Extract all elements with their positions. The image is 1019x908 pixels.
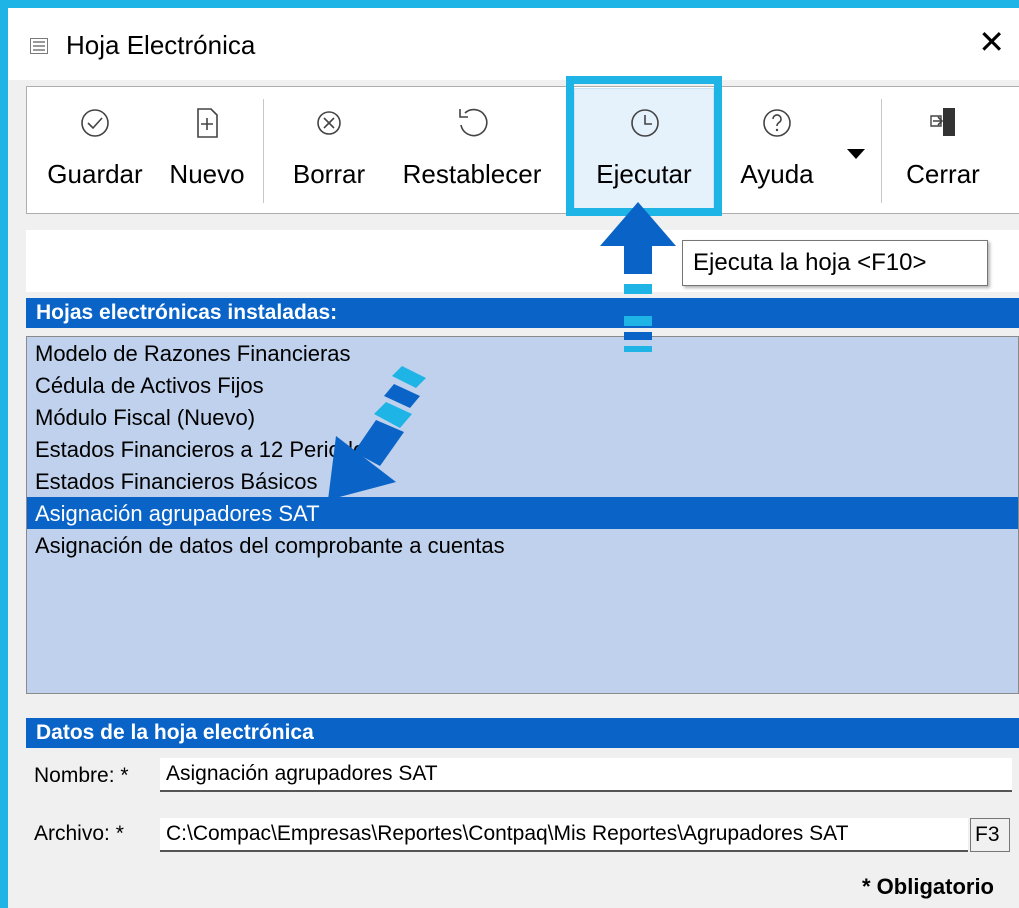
reset-label: Restablecer: [402, 159, 542, 189]
delete-label: Borrar: [292, 159, 366, 189]
save-button[interactable]: Guardar: [37, 87, 153, 215]
list-item[interactable]: Estados Financieros Básicos: [27, 465, 1018, 497]
list-item[interactable]: Asignación de datos del comprobante a cu…: [27, 529, 1018, 561]
check-circle-icon: [81, 109, 109, 137]
window-border-top: [0, 0, 1019, 8]
save-label: Guardar: [47, 159, 143, 189]
browse-button[interactable]: F3: [970, 818, 1010, 852]
file-label: Archivo: *: [34, 822, 124, 845]
list-item[interactable]: Cédula de Activos Fijos: [27, 369, 1018, 401]
undo-icon: [459, 108, 488, 137]
sheet-details-header: Datos de la hoja electrónica: [26, 718, 1019, 748]
toolbar-separator: [881, 99, 882, 203]
delete-button[interactable]: Borrar: [279, 87, 379, 215]
list-item[interactable]: Estados Financieros a 12 Periodos: [27, 433, 1018, 465]
toolbar-separator: [263, 99, 264, 203]
close-icon[interactable]: ✕: [978, 26, 1005, 58]
delete-circle-icon: [317, 111, 341, 135]
toolbar: Guardar Nuevo Borrar Restablecer Ayuda C…: [26, 86, 1019, 214]
help-button[interactable]: Ayuda: [727, 87, 827, 215]
list-item-selected[interactable]: Asignación agrupadores SAT: [27, 497, 1018, 529]
close-button[interactable]: Cerrar: [893, 87, 993, 215]
new-label: Nuevo: [169, 159, 245, 189]
list-item[interactable]: Módulo Fiscal (Nuevo): [27, 401, 1018, 433]
installed-sheets-list[interactable]: Modelo de Razones Financieras Cédula de …: [26, 336, 1019, 694]
list-item[interactable]: Modelo de Razones Financieras: [27, 337, 1018, 369]
exit-door-icon: [930, 108, 955, 136]
installed-sheets-header: Hojas electrónicas instaladas:: [26, 298, 1019, 328]
title-bar: Hoja Electrónica ✕: [8, 8, 1019, 80]
window-title: Hoja Electrónica: [66, 30, 256, 60]
run-tooltip: Ejecuta la hoja <F10>: [682, 240, 988, 286]
file-path-field[interactable]: C:\Compac\Empresas\Reportes\Contpaq\Mis …: [160, 818, 968, 852]
dropdown-arrow-icon[interactable]: [845, 147, 867, 161]
name-field[interactable]: Asignación agrupadores SAT: [160, 758, 1012, 792]
spreadsheet-window: Hoja Electrónica ✕ Guardar Nuevo Borrar …: [0, 0, 1019, 908]
close-label: Cerrar: [906, 159, 980, 189]
name-label: Nombre: *: [34, 764, 129, 787]
new-document-icon: [197, 108, 218, 138]
sheet-app-icon: [30, 38, 48, 54]
question-circle-icon: [763, 109, 791, 137]
required-note: * Obligatorio: [862, 874, 994, 899]
reset-button[interactable]: Restablecer: [387, 87, 557, 215]
window-border-left: [0, 0, 8, 908]
help-label: Ayuda: [740, 159, 814, 189]
new-button[interactable]: Nuevo: [157, 87, 257, 215]
run-button-highlight: [566, 76, 722, 216]
